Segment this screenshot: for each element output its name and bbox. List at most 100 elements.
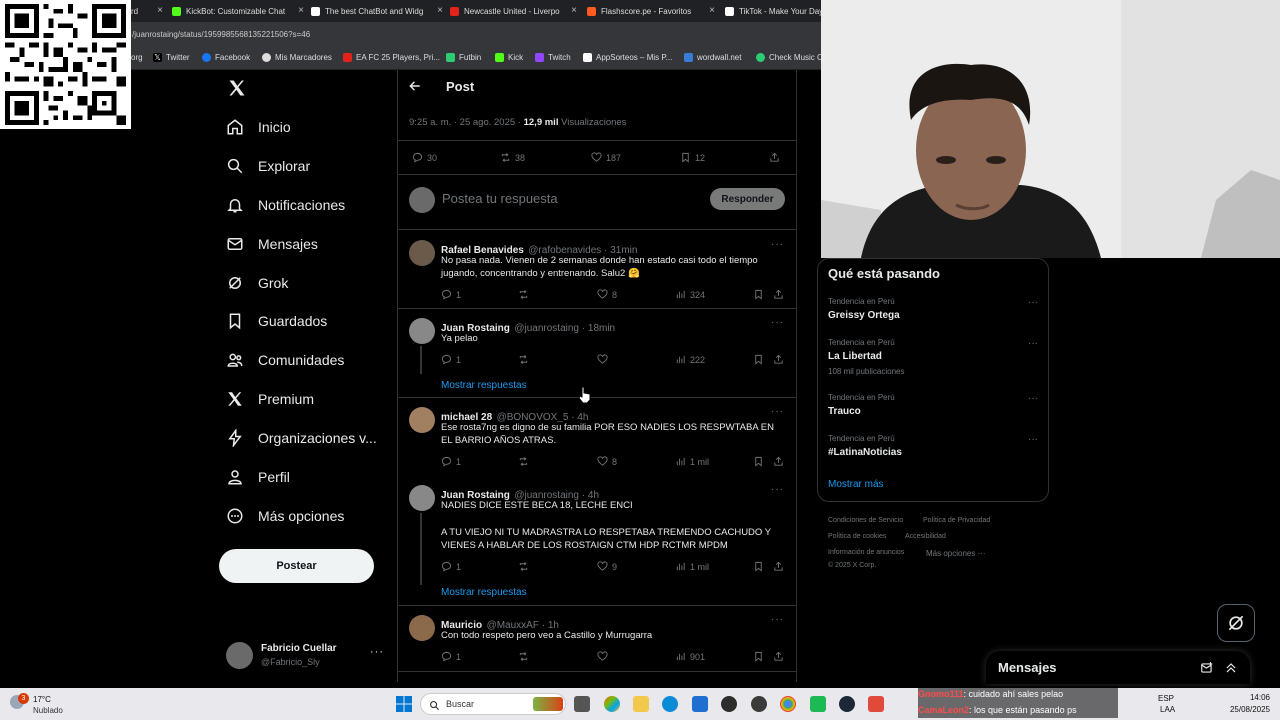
show-replies-link[interactable]: Mostrar respuestas: [441, 380, 527, 391]
repost-icon[interactable]: [518, 561, 533, 572]
footer-link-terms[interactable]: Condiciones de Servicio: [828, 517, 903, 524]
bookmark-icon[interactable]: [753, 289, 768, 300]
post-timestamp[interactable]: 9:25 a. m. · 25 ago. 2025 ·: [409, 117, 524, 128]
share-icon[interactable]: [769, 152, 784, 163]
bookmark-kick[interactable]: Kick: [495, 53, 523, 62]
nav-organizations[interactable]: Organizaciones v...: [226, 426, 377, 450]
show-replies-link[interactable]: Mostrar respuestas: [441, 587, 527, 598]
task-view-icon[interactable]: [574, 696, 590, 712]
more-icon[interactable]: ···: [771, 317, 784, 328]
nav-communities[interactable]: Comunidades: [226, 348, 344, 372]
views-action[interactable]: 222: [675, 354, 705, 365]
repost-stat[interactable]: 38: [500, 152, 525, 163]
messages-drawer[interactable]: Mensajes: [986, 651, 1250, 684]
reply-stat[interactable]: 30: [412, 152, 437, 163]
reply-button[interactable]: Responder: [710, 188, 785, 210]
close-icon[interactable]: ×: [571, 5, 577, 16]
reply-action[interactable]: 1: [441, 354, 461, 365]
more-icon[interactable]: ···: [771, 614, 784, 625]
more-icon[interactable]: ···: [1028, 338, 1038, 349]
bookmark-wordwall[interactable]: wordwall.net: [684, 53, 741, 62]
bookmark-icon[interactable]: [753, 561, 768, 572]
bookmark-org[interactable]: org: [131, 53, 143, 62]
new-message-icon[interactable]: [1200, 661, 1214, 680]
bookmark-check-music[interactable]: Check Music C: [756, 53, 823, 62]
tab-6[interactable]: TikTok - Make Your Day: [725, 1, 821, 21]
share-icon[interactable]: [773, 354, 788, 365]
back-arrow-icon[interactable]: [408, 79, 422, 98]
footer-link-cookies[interactable]: Política de cookies: [828, 533, 886, 540]
steam-icon[interactable]: [839, 696, 855, 712]
avatar[interactable]: [409, 318, 435, 344]
more-icon[interactable]: ···: [771, 239, 784, 250]
share-icon[interactable]: [773, 561, 788, 572]
tab-5[interactable]: Flashscore.pe - Favoritos ×: [587, 1, 715, 21]
bookmark-stat[interactable]: 12: [680, 152, 705, 163]
more-icon[interactable]: ···: [771, 484, 784, 495]
keyboard-layout[interactable]: LAA: [1160, 705, 1175, 714]
nav-profile[interactable]: Perfil: [226, 465, 290, 489]
more-icon[interactable]: ···: [1028, 434, 1038, 445]
reply-action[interactable]: 1: [441, 561, 461, 572]
more-icon[interactable]: ···: [1028, 297, 1038, 308]
tab-2[interactable]: KickBot: Customizable Chat ×: [172, 1, 304, 21]
bookmark-icon[interactable]: [753, 456, 768, 467]
avatar[interactable]: [409, 407, 435, 433]
reply-action[interactable]: 1: [441, 289, 461, 300]
like-action[interactable]: 9: [597, 561, 617, 572]
reply-action[interactable]: 1: [441, 456, 461, 467]
repost-icon[interactable]: [518, 651, 533, 662]
show-more-link[interactable]: Mostrar más: [828, 479, 884, 490]
like-action[interactable]: 8: [597, 289, 617, 300]
nav-bookmarks[interactable]: Guardados: [226, 309, 327, 333]
app-icon[interactable]: [721, 696, 737, 712]
close-icon[interactable]: ×: [709, 5, 715, 16]
nav-messages[interactable]: Mensajes: [226, 232, 318, 256]
views-action[interactable]: 1 mil: [675, 561, 709, 572]
reply-action[interactable]: 1: [441, 651, 461, 662]
bookmark-icon[interactable]: [753, 651, 768, 662]
more-icon[interactable]: ···: [771, 406, 784, 417]
close-icon[interactable]: ×: [437, 5, 443, 16]
obs-icon[interactable]: [751, 696, 767, 712]
tab-4[interactable]: Newcastle United - Liverpo ×: [450, 1, 577, 21]
share-icon[interactable]: [773, 651, 788, 662]
store-icon[interactable]: [692, 696, 708, 712]
more-icon[interactable]: ···: [1028, 393, 1038, 404]
post-button[interactable]: Postear: [219, 549, 374, 583]
bookmark-mis-marcadores[interactable]: Mis Marcadores: [262, 53, 332, 62]
repost-icon[interactable]: [518, 289, 533, 300]
file-explorer-icon[interactable]: [633, 696, 649, 712]
repost-icon[interactable]: [518, 456, 533, 467]
account-switcher[interactable]: Fabricio Cuellar @Fabricio_Sly ···: [226, 642, 386, 672]
tab-3[interactable]: The best ChatBot and Widg ×: [311, 1, 443, 21]
tab-1[interactable]: rd ×: [131, 1, 163, 21]
clock-time[interactable]: 14:06: [1220, 693, 1270, 702]
heart-icon[interactable]: [597, 651, 612, 662]
footer-link-accessibility[interactable]: Accesibilidad: [905, 533, 946, 540]
repost-icon[interactable]: [518, 354, 533, 365]
clock-date[interactable]: 25/08/2025: [1215, 705, 1270, 714]
close-icon[interactable]: ×: [157, 5, 163, 16]
footer-more[interactable]: Más opciones ···: [926, 549, 986, 558]
footer-link-ads[interactable]: Información de anuncios: [828, 549, 904, 556]
share-icon[interactable]: [773, 289, 788, 300]
avatar[interactable]: [409, 485, 435, 511]
windows-start-icon[interactable]: [396, 696, 412, 717]
footer-link-privacy[interactable]: Política de Privacidad: [923, 517, 990, 524]
nav-more[interactable]: Más opciones: [226, 504, 344, 528]
bookmark-twitter[interactable]: 𝕏 Twitter: [153, 53, 190, 62]
like-stat[interactable]: 187: [591, 152, 621, 163]
grok-button[interactable]: [1217, 604, 1255, 642]
nav-grok[interactable]: Grok: [226, 271, 288, 295]
chrome-icon[interactable]: [780, 696, 796, 712]
more-icon[interactable]: ···: [370, 646, 384, 658]
copilot-icon[interactable]: [604, 696, 620, 712]
language-indicator[interactable]: ESP: [1158, 694, 1174, 703]
bookmark-facebook[interactable]: Facebook: [202, 53, 250, 62]
nav-home[interactable]: Inicio: [226, 115, 291, 139]
nav-notifications[interactable]: Notificaciones: [226, 193, 345, 217]
views-action[interactable]: 901: [675, 651, 705, 662]
avatar[interactable]: [409, 615, 435, 641]
reply-input[interactable]: Postea tu respuesta: [442, 191, 558, 206]
